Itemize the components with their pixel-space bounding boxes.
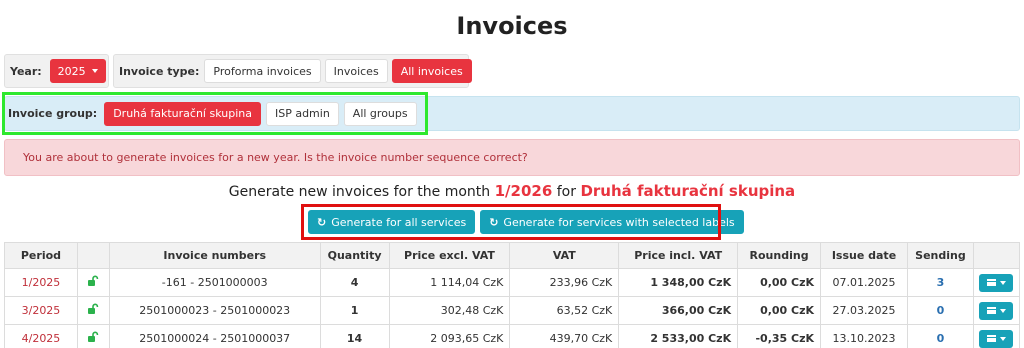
price-excl: 2 093,65 CzK: [388, 324, 511, 348]
col-header-quantity[interactable]: Quantity: [319, 242, 390, 269]
highlight-frame-green: [2, 92, 428, 135]
row-menu-button[interactable]: [979, 273, 1014, 292]
invoice-numbers: -161 - 2501000003: [108, 268, 321, 297]
row-menu-button[interactable]: [979, 301, 1014, 320]
menu-icon: [986, 307, 996, 314]
menu-icon: [986, 279, 996, 286]
highlight-frame-red: [301, 204, 721, 240]
table-row: 4/2025 2501000024 - 2501000037 14 2 093,…: [4, 324, 1021, 348]
col-header-period[interactable]: Period: [4, 242, 78, 269]
rounding: -0,35 CzK: [737, 324, 822, 348]
period-link[interactable]: 3/2025: [4, 296, 78, 325]
caret-down-icon: [999, 280, 1006, 285]
invoice-type-label: Invoice type:: [119, 64, 200, 78]
price-incl: 2 533,00 CzK: [618, 324, 739, 348]
generate-group: Druhá fakturační skupina: [580, 182, 796, 200]
page-title: Invoices: [456, 12, 568, 40]
year-label: Year:: [10, 64, 42, 78]
rounding: 0,00 CzK: [737, 296, 822, 325]
col-header-issue-date[interactable]: Issue date: [820, 242, 908, 269]
lock-cell: [76, 268, 110, 297]
unlock-icon[interactable]: [87, 275, 99, 287]
caret-down-icon: [91, 69, 98, 73]
col-header-invoice-numbers[interactable]: Invoice numbers: [108, 242, 321, 269]
vat: 439,70 CzK: [509, 324, 620, 348]
lock-cell: [76, 296, 110, 325]
table-header-row: Period Invoice numbers Quantity Price ex…: [4, 242, 1021, 269]
sending-count[interactable]: 3: [906, 268, 974, 297]
menu-icon: [986, 335, 996, 342]
caret-down-icon: [999, 336, 1006, 341]
sending-count[interactable]: 0: [906, 296, 974, 325]
invoice-numbers: 2501000023 - 2501000023: [108, 296, 321, 325]
invoice-type-all[interactable]: All invoices: [391, 59, 472, 83]
vat: 63,52 CzK: [509, 296, 620, 325]
unlock-icon[interactable]: [87, 303, 99, 315]
price-excl: 1 114,04 CzK: [388, 268, 511, 297]
col-header-vat[interactable]: VAT: [509, 242, 620, 269]
rounding: 0,00 CzK: [737, 268, 822, 297]
issue-date: 13.10.2023: [820, 324, 908, 348]
year-dropdown[interactable]: 2025: [49, 59, 106, 83]
period-link[interactable]: 1/2025: [4, 268, 78, 297]
actions-cell: [972, 324, 1021, 348]
table-row: 3/2025 2501000023 - 2501000023 1 302,48 …: [4, 296, 1021, 325]
col-header-rounding[interactable]: Rounding: [737, 242, 822, 269]
invoices-table: Period Invoice numbers Quantity Price ex…: [4, 242, 1021, 348]
price-incl: 1 348,00 CzK: [618, 268, 739, 297]
quantity: 14: [319, 324, 390, 348]
unlock-icon[interactable]: [87, 331, 99, 343]
col-header-price-excl[interactable]: Price excl. VAT: [388, 242, 511, 269]
period-link[interactable]: 4/2025: [4, 324, 78, 348]
issue-date: 07.01.2025: [820, 268, 908, 297]
col-header-sending[interactable]: Sending: [906, 242, 974, 269]
invoice-numbers: 2501000024 - 2501000037: [108, 324, 321, 348]
generate-prefix: Generate new invoices for the month: [228, 184, 491, 200]
issue-date: 27.03.2025: [820, 296, 908, 325]
actions-cell: [972, 268, 1021, 297]
row-menu-button[interactable]: [979, 329, 1014, 348]
invoice-type-proforma[interactable]: Proforma invoices: [204, 59, 321, 83]
generate-month: 1/2026: [494, 182, 553, 200]
year-filter: Year: 2025: [4, 54, 109, 88]
vat: 233,96 CzK: [509, 268, 620, 297]
quantity: 4: [319, 268, 390, 297]
price-excl: 302,48 CzK: [388, 296, 511, 325]
generate-for: for: [556, 184, 576, 200]
col-header-lock: [76, 242, 110, 269]
col-header-actions: [972, 242, 1021, 269]
invoice-type-invoices[interactable]: Invoices: [324, 59, 388, 83]
actions-cell: [972, 296, 1021, 325]
quantity: 1: [319, 296, 390, 325]
table-row: 1/2025 -161 - 2501000003 4 1 114,04 CzK …: [4, 268, 1021, 297]
col-header-price-incl[interactable]: Price incl. VAT: [618, 242, 739, 269]
lock-cell: [76, 324, 110, 348]
alert-text: You are about to generate invoices for a…: [23, 151, 528, 164]
year-value: 2025: [57, 64, 86, 78]
caret-down-icon: [999, 308, 1006, 313]
price-incl: 366,00 CzK: [618, 296, 739, 325]
invoice-type-filter: Invoice type: Proforma invoices Invoices…: [113, 54, 472, 88]
generate-heading: Generate new invoices for the month 1/20…: [0, 182, 1024, 200]
sending-count[interactable]: 0: [906, 324, 974, 348]
new-year-alert: You are about to generate invoices for a…: [4, 139, 1020, 176]
